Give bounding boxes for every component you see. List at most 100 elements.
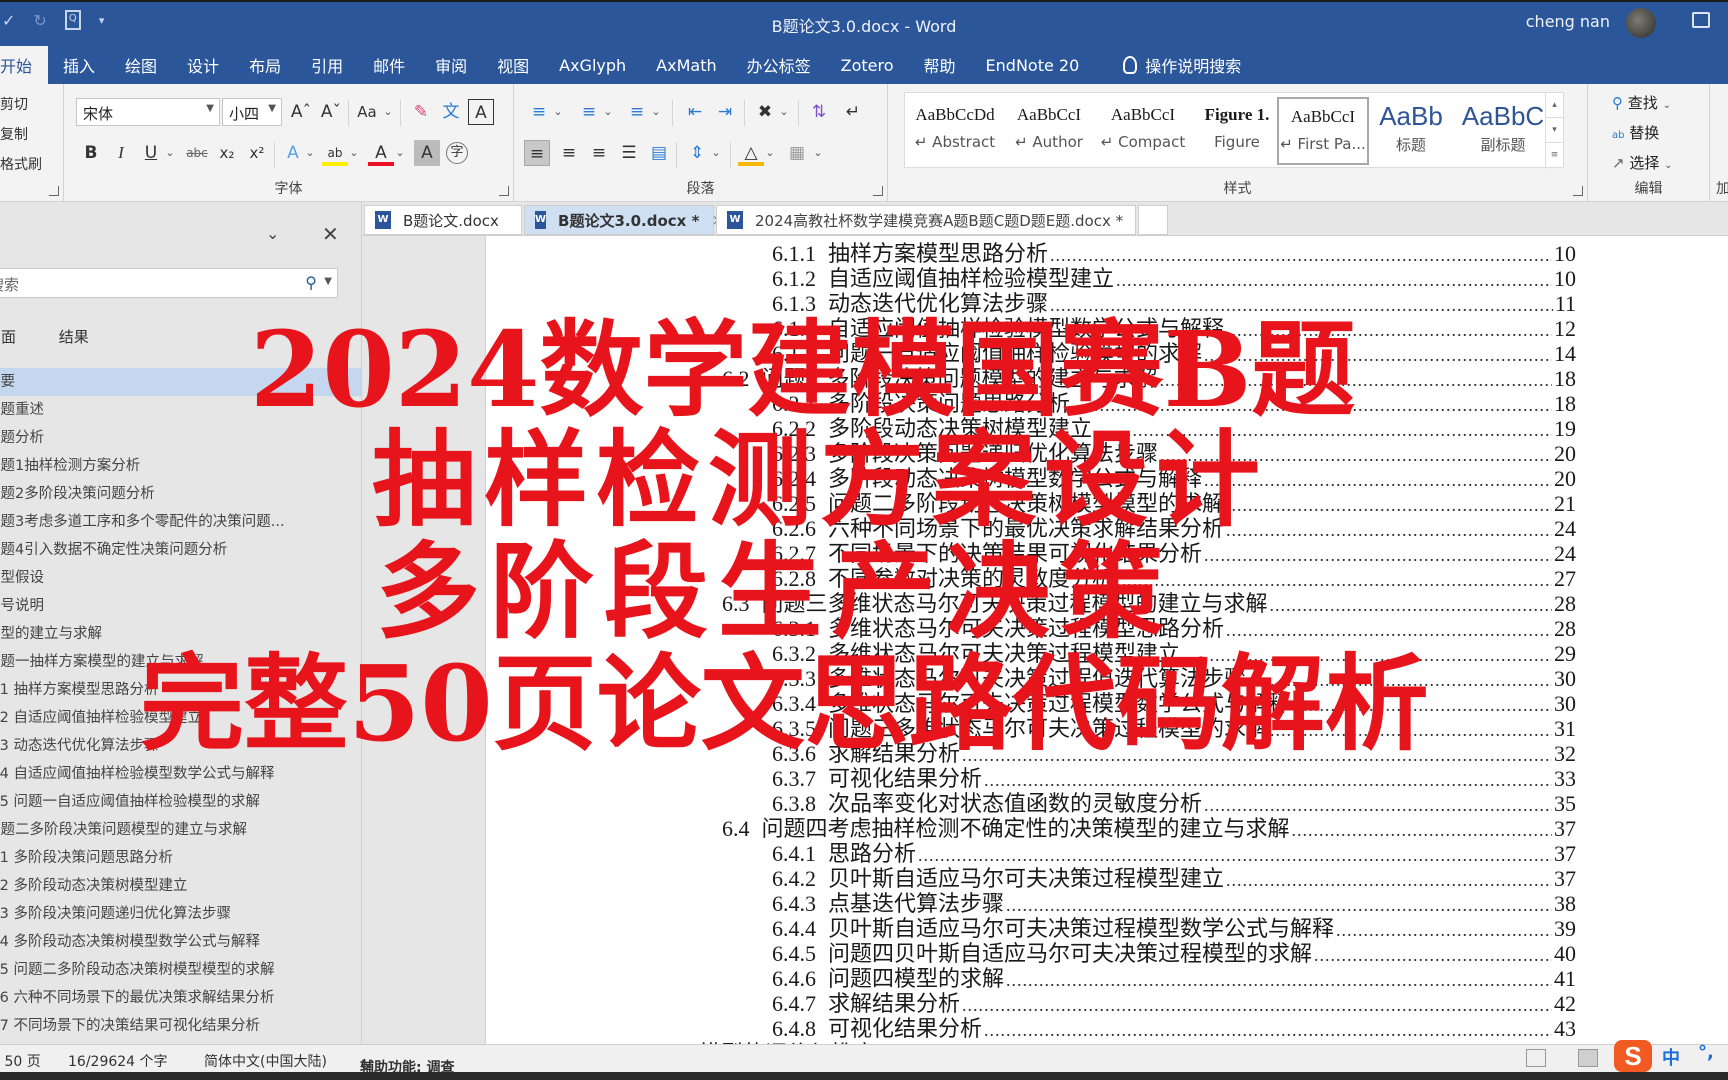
sort-icon[interactable]: ⇅ [806, 99, 832, 125]
doc-tab-active[interactable]: W B题论文3.0.docx * × [524, 205, 724, 235]
nav-heading-item[interactable]: 6.1.1 抽样方案模型思路分析 [0, 676, 361, 704]
ribbon-tab[interactable]: 办公标签 [732, 46, 826, 84]
nav-heading-item[interactable]: 问题一抽样方案模型的建立与求解 [0, 648, 361, 676]
toc-entry[interactable]: 6.3.3多维状态马尔可夫决策过程值迭代算法步骤30 [772, 661, 1576, 691]
chevron-down-icon[interactable]: ⌄ [602, 99, 614, 125]
toc-entry[interactable]: 6.2.2多阶段动态决策树模型建立19 [772, 411, 1576, 441]
nav-heading-item[interactable]: 问题2多阶段决策问题分析 [0, 480, 361, 508]
strikethrough-button[interactable]: abc [184, 140, 210, 166]
chevron-down-icon[interactable]: ⌄ [552, 99, 564, 125]
toc-entry[interactable]: 6.4.3点基迭代算法步骤38 [772, 886, 1576, 916]
copy-button[interactable]: 复制 [0, 124, 28, 144]
character-border-icon[interactable]: A [468, 99, 494, 125]
toc-entry[interactable]: 6.3.7可视化结果分析33 [772, 761, 1576, 791]
format-painter-button[interactable]: 格式刷 [0, 154, 42, 174]
nav-heading-item[interactable]: 问题二多阶段决策问题模型的建立与求解 [0, 816, 361, 844]
language-status[interactable]: 简体中文(中国大陆) [204, 1051, 327, 1071]
toc-entry[interactable]: 6.2.5问题二多阶段动态决策树模型模型的求解21 [772, 486, 1576, 516]
document-canvas[interactable]: 6.1.1抽样方案模型思路分析106.1.2自适应阈值抽样检验模型建立106.1… [486, 236, 1728, 1044]
toc-entry[interactable]: 6.4.6问题四模型的求解41 [772, 961, 1576, 991]
style-item[interactable]: Figure 1. Figure [1191, 97, 1283, 165]
chinese-layout-icon[interactable]: ✖ [752, 99, 778, 125]
chevron-down-icon[interactable]: ⌄ [710, 140, 722, 166]
numbering-icon[interactable]: ≡ [576, 99, 602, 125]
chevron-down-icon[interactable]: ⌄ [812, 140, 824, 166]
toc-entry[interactable]: 6.2.6六种不同场景下的最优决策求解结果分析24 [772, 511, 1576, 541]
ribbon-tab[interactable]: 视图 [482, 46, 544, 84]
character-shading-icon[interactable]: A [414, 140, 440, 166]
nav-heading-item[interactable]: 6.2.7 不同场景下的决策结果可视化结果分析 [0, 1012, 361, 1040]
ime-punctuation[interactable]: °, [1698, 1042, 1714, 1063]
grow-font-icon[interactable]: Aˆ [288, 99, 314, 125]
nav-heading-item[interactable]: 模型假设 [0, 564, 361, 592]
toc-entry[interactable]: 6.2问题二多阶段决策问题模型的建立与求解18 [722, 361, 1576, 391]
replace-button[interactable]: ab 替换 [1612, 122, 1659, 143]
font-size-combo[interactable]: 小四 ▼ [222, 98, 282, 126]
nav-heading-item[interactable]: 6.1.2 自适应阈值抽样检验模型建立 [0, 704, 361, 732]
toc-entry[interactable]: 6.2.3多阶段决策问题递归优化算法步骤20 [772, 436, 1576, 466]
toc-entry[interactable]: 6.4.8可视化结果分析43 [772, 1011, 1576, 1041]
tab-results[interactable]: 结果 [59, 328, 89, 346]
toc-entry[interactable]: 6.4.1思路分析37 [772, 836, 1576, 866]
style-item[interactable]: AaBbCcI ↵ Compact [1097, 97, 1189, 165]
page-count[interactable]: 共 50 页 [0, 1051, 41, 1071]
word-count[interactable]: 16/29624 个字 [68, 1051, 168, 1071]
chevron-down-icon[interactable]: ⌄ [394, 140, 406, 166]
increase-indent-icon[interactable]: ⇥ [712, 99, 738, 125]
distributed-button[interactable]: ▤ [646, 140, 672, 166]
superscript-button[interactable]: x² [244, 140, 270, 166]
chevron-down-icon[interactable]: ⌄ [382, 99, 394, 125]
nav-search-input[interactable]: 搜索 ⚲ ▼ [0, 268, 338, 298]
borders-icon[interactable]: ▦ [784, 140, 810, 166]
ribbon-tab[interactable]: Zotero [826, 46, 909, 84]
chevron-down-icon[interactable]: ⌄ [348, 140, 360, 166]
ime-mode[interactable]: 中 [1662, 1044, 1680, 1070]
font-name-combo[interactable]: 宋体 ▼ [76, 98, 220, 126]
ribbon-tab[interactable]: 引用 [296, 46, 358, 84]
chevron-down-icon[interactable]: ⌄ [778, 99, 790, 125]
toc-entry[interactable]: 6.2.4多阶段动态决策树模型数学公式与解释20 [772, 461, 1576, 491]
toc-entry[interactable]: 6.2.7不同场景下的决策结果可视化结果分析24 [772, 536, 1576, 566]
toc-entry[interactable]: 6.4.5问题四贝叶斯自适应马尔可夫决策过程模型的求解40 [772, 936, 1576, 966]
nav-heading-item[interactable]: 问题4引入数据不确定性决策问题分析 [0, 536, 361, 564]
toc-entry[interactable]: 6.4.7求解结果分析42 [772, 986, 1576, 1016]
toc-entry[interactable]: 6.3.6求解结果分析32 [772, 736, 1576, 766]
chevron-down-icon[interactable]: ⌄ [650, 99, 662, 125]
find-button[interactable]: ⚲ 查找 ⌄ [1612, 92, 1671, 113]
line-spacing-icon[interactable]: ⇕ [684, 140, 710, 166]
text-effects-icon[interactable]: A [280, 140, 306, 166]
nav-heading-item[interactable]: 问题3考虑多道工序和多个零配件的决策问题... [0, 508, 361, 536]
nav-heading-item[interactable]: 问题分析 [0, 424, 361, 452]
subscript-button[interactable]: x₂ [214, 140, 240, 166]
decrease-indent-icon[interactable]: ⇤ [682, 99, 708, 125]
chevron-down-icon[interactable]: ▼ [324, 276, 332, 287]
chevron-down-icon[interactable]: ⌄ [764, 140, 776, 166]
multilevel-list-icon[interactable]: ≡ [624, 99, 650, 125]
clipboard-launcher-icon[interactable] [49, 186, 59, 196]
align-right-button[interactable]: ≡ [586, 140, 612, 166]
toc-entry[interactable]: 6.3.8次品率变化对状态值函数的灵敏度分析35 [772, 786, 1576, 816]
toc-entry[interactable]: 6.3问题三多维状态马尔可夫决策过程模型的建立与求解28 [722, 586, 1576, 616]
italic-button[interactable]: I [108, 140, 134, 166]
toc-entry[interactable]: 6.4问题四考虑抽样检测不确定性的决策模型的建立与求解37 [722, 811, 1576, 841]
enclose-characters-icon[interactable]: 字 [446, 142, 468, 164]
style-item[interactable]: AaBbCcDd ↵ Abstract [909, 97, 1001, 165]
nav-heading-item[interactable]: 模型的建立与求解 [0, 620, 361, 648]
toc-entry[interactable]: 6.1.3动态迭代优化算法步骤11 [772, 286, 1576, 316]
ribbon-tab[interactable]: 布局 [234, 46, 296, 84]
font-color-icon[interactable]: A [368, 140, 394, 166]
toc-entry[interactable]: 6.4.2贝叶斯自适应马尔可夫决策过程模型建立37 [772, 861, 1576, 891]
show-formatting-marks-icon[interactable]: ↵ [840, 99, 866, 125]
close-icon[interactable]: ✕ [322, 222, 339, 246]
change-case-icon[interactable]: Aa [354, 99, 380, 125]
style-item[interactable]: AaBbC 副标题 [1457, 97, 1549, 165]
font-launcher-icon[interactable] [499, 186, 509, 196]
clear-formatting-icon[interactable]: ✎ [408, 99, 434, 125]
nav-heading-item[interactable]: 6.2.2 多阶段动态决策树模型建立 [0, 872, 361, 900]
chevron-down-icon[interactable]: ⌄ [164, 140, 176, 166]
toc-entry[interactable]: 6.3.4多维状态马尔可夫决策过程模型数学公式与解释30 [772, 686, 1576, 716]
pane-options-chevron-icon[interactable]: ⌄ [266, 224, 279, 243]
toc-entry[interactable]: 7模型的评价与推广48 [676, 1036, 1576, 1044]
nav-heading-item[interactable]: 6.2.4 多阶段动态决策树模型数学公式与解释 [0, 928, 361, 956]
nav-heading-item[interactable]: 问题1抽样检测方案分析 [0, 452, 361, 480]
